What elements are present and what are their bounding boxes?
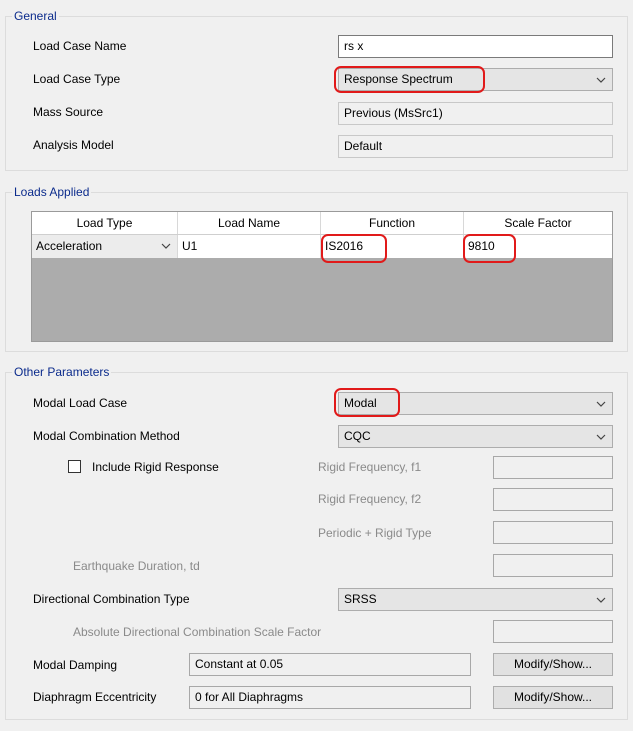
load-case-type-label: Load Case Type [33,72,121,86]
loads-applied-grid: Load Type Load Name Function Scale Facto… [31,211,613,342]
directional-combination-type-label: Directional Combination Type [33,592,190,606]
chevron-down-icon [161,235,171,256]
absolute-directional-scale-factor-input[interactable] [493,620,613,643]
periodic-rigid-type-input[interactable] [493,521,613,544]
rigid-frequency-f1-label: Rigid Frequency, f1 [318,460,422,474]
include-rigid-response-label: Include Rigid Response [92,460,219,474]
chevron-down-icon [596,426,606,447]
load-case-name-input[interactable]: rs x [338,35,613,58]
modal-combination-method-dropdown[interactable]: CQC [338,425,613,448]
periodic-rigid-type-label: Periodic + Rigid Type [318,526,432,540]
modal-load-case-value: Modal [344,396,377,410]
mass-source-label: Mass Source [33,105,104,119]
include-rigid-response-checkbox[interactable] [68,460,81,473]
load-case-name-label: Load Case Name [33,39,127,53]
load-case-type-dropdown[interactable]: Response Spectrum [338,68,613,91]
modal-damping-label: Modal Damping [33,658,118,672]
column-header-load-name[interactable]: Load Name [178,212,321,234]
directional-combination-type-dropdown[interactable]: SRSS [338,588,613,611]
table-row: Acceleration U1 IS2016 9810 [32,235,612,258]
column-header-load-type[interactable]: Load Type [32,212,178,234]
directional-combination-type-value: SRSS [344,592,377,606]
column-header-function[interactable]: Function [321,212,464,234]
modal-load-case-label: Modal Load Case [33,396,128,410]
absolute-directional-scale-factor-label: Absolute Directional Combination Scale F… [73,625,322,639]
column-header-scale-factor[interactable]: Scale Factor [464,212,612,234]
modal-load-case-dropdown[interactable]: Modal [338,392,613,415]
modal-damping-modify-show-button[interactable]: Modify/Show... [493,653,613,676]
mass-source-field: Previous (MsSrc1) [338,102,613,125]
diaphragm-eccentricity-label: Diaphragm Eccentricity [33,690,157,704]
other-parameters-legend: Other Parameters [12,365,112,379]
chevron-down-icon [596,589,606,610]
load-type-value: Acceleration [36,239,103,253]
chevron-down-icon [596,393,606,414]
earthquake-duration-input[interactable] [493,554,613,577]
function-cell[interactable]: IS2016 [321,235,464,258]
modal-combination-method-value: CQC [344,429,371,443]
load-case-type-value: Response Spectrum [344,72,453,86]
diaphragm-eccentricity-field: 0 for All Diaphragms [189,686,471,709]
scale-factor-cell[interactable]: 9810 [464,235,612,258]
modal-combination-method-label: Modal Combination Method [33,429,180,443]
rigid-frequency-f1-input[interactable] [493,456,613,479]
grid-header: Load Type Load Name Function Scale Facto… [32,212,612,235]
modal-damping-field: Constant at 0.05 [189,653,471,676]
earthquake-duration-label: Earthquake Duration, td [73,559,200,573]
chevron-down-icon [596,69,606,90]
analysis-model-field: Default [338,135,613,158]
general-legend: General [12,9,59,23]
rigid-frequency-f2-input[interactable] [493,488,613,511]
diaphragm-eccentricity-modify-show-button[interactable]: Modify/Show... [493,686,613,709]
loads-applied-legend: Loads Applied [12,185,92,199]
analysis-model-label: Analysis Model [33,138,114,152]
load-name-cell[interactable]: U1 [178,235,321,258]
load-type-dropdown[interactable]: Acceleration [32,235,178,258]
rigid-frequency-f2-label: Rigid Frequency, f2 [318,492,422,506]
